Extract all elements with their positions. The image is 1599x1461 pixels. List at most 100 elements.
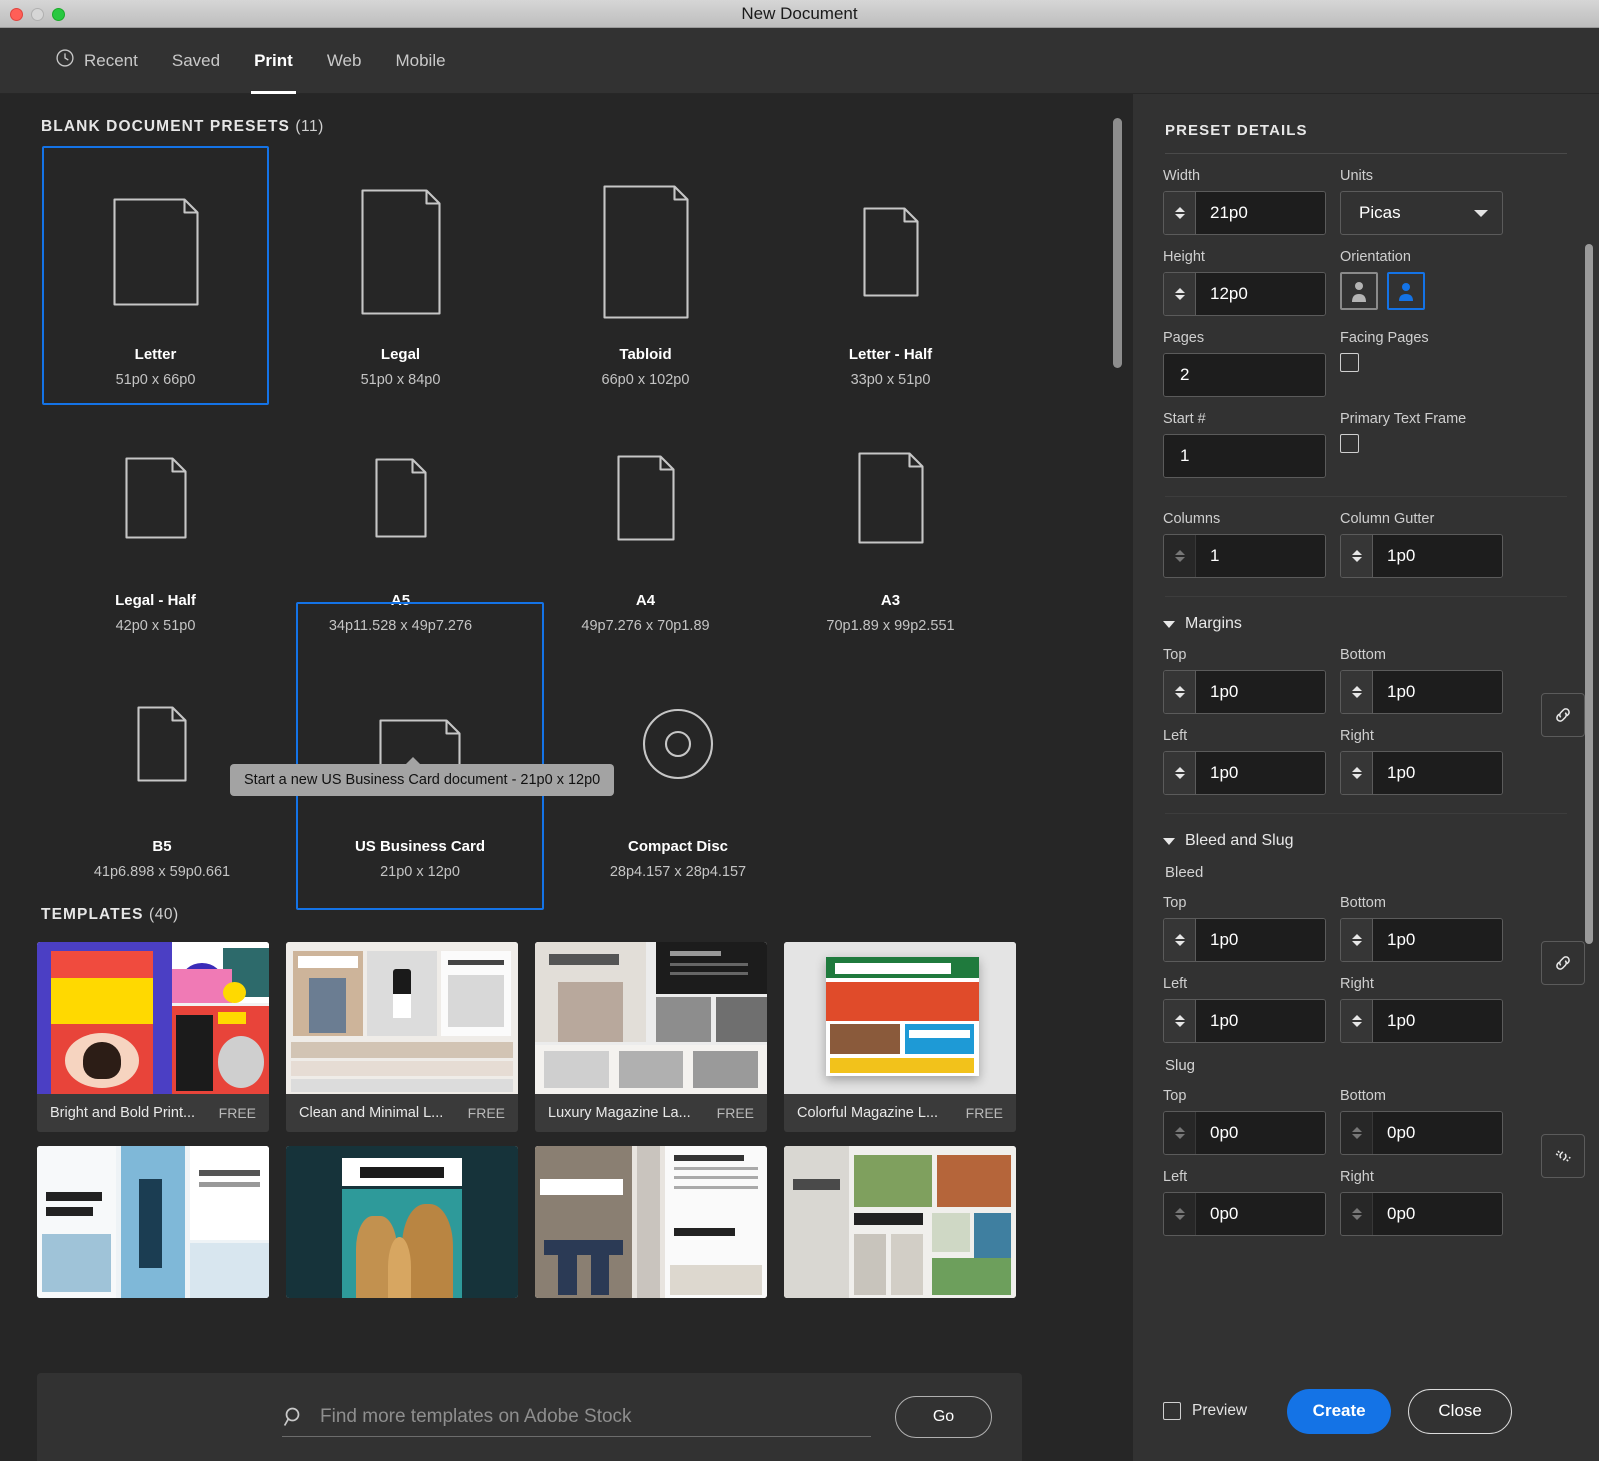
slug-top-input[interactable] [1196, 1112, 1325, 1154]
margin-top-stepper[interactable] [1164, 671, 1196, 713]
pages-input[interactable] [1164, 354, 1325, 396]
slug-bottom-field[interactable] [1340, 1111, 1503, 1155]
margins-link-button[interactable] [1541, 693, 1585, 737]
minimize-window-button[interactable] [31, 7, 44, 21]
start-number-input[interactable] [1164, 435, 1325, 477]
primary-text-frame-checkbox[interactable] [1340, 434, 1359, 453]
template-card[interactable] [535, 1146, 767, 1298]
stock-search-input[interactable] [320, 1405, 871, 1428]
margin-right-stepper[interactable] [1341, 752, 1373, 794]
bleed-left-stepper[interactable] [1164, 1000, 1196, 1042]
width-stepper[interactable] [1164, 192, 1196, 234]
tab-mobile[interactable]: Mobile [378, 28, 462, 94]
margin-bottom-field[interactable] [1340, 670, 1503, 714]
panel-scrollbar-thumb[interactable] [1585, 244, 1593, 944]
slug-right-input[interactable] [1373, 1193, 1502, 1235]
bleed-bottom-input[interactable] [1373, 919, 1502, 961]
content-scrollbar-thumb[interactable] [1113, 118, 1122, 368]
stock-search-go-button[interactable]: Go [895, 1396, 992, 1438]
template-card[interactable]: Colorful Magazine L... FREE [784, 942, 1016, 1132]
template-price-badge: FREE [716, 1105, 754, 1121]
slug-top-field[interactable] [1163, 1111, 1326, 1155]
columns-field[interactable] [1163, 534, 1326, 578]
bleed-right-stepper[interactable] [1341, 1000, 1373, 1042]
create-button[interactable]: Create [1287, 1388, 1392, 1434]
column-gutter-stepper[interactable] [1341, 535, 1373, 577]
margin-top-input[interactable] [1196, 671, 1325, 713]
width-input[interactable] [1196, 192, 1325, 234]
bleed-top-stepper[interactable] [1164, 919, 1196, 961]
tab-recent[interactable]: Recent [38, 28, 155, 94]
columns-input[interactable] [1196, 535, 1325, 577]
slug-bottom-stepper[interactable] [1341, 1112, 1373, 1154]
chevron-down-icon [1174, 557, 1185, 562]
height-stepper[interactable] [1164, 273, 1196, 315]
preview-toggle[interactable]: Preview [1163, 1402, 1247, 1420]
preset-card[interactable]: A5 34p11.528 x 49p7.276 [278, 396, 523, 642]
pages-field[interactable] [1163, 353, 1326, 397]
preset-card[interactable]: A4 49p7.276 x 70p1.89 [523, 396, 768, 642]
margin-bottom-input[interactable] [1373, 671, 1502, 713]
slug-right-stepper[interactable] [1341, 1193, 1373, 1235]
slug-left-stepper[interactable] [1164, 1193, 1196, 1235]
facing-pages-checkbox[interactable] [1340, 353, 1359, 372]
margin-left-field[interactable] [1163, 751, 1326, 795]
bleed-top-input[interactable] [1196, 919, 1325, 961]
preset-card[interactable]: A3 70p1.89 x 99p2.551 [768, 396, 1013, 642]
preset-card[interactable]: Letter 51p0 x 66p0 [33, 146, 278, 405]
slug-bottom-input[interactable] [1373, 1112, 1502, 1154]
template-card[interactable]: Clean and Minimal L... FREE [286, 942, 518, 1132]
slug-top-stepper[interactable] [1164, 1112, 1196, 1154]
margin-left-input[interactable] [1196, 752, 1325, 794]
preset-card[interactable]: Letter - Half 33p0 x 51p0 [768, 150, 1013, 396]
bleed-bottom-stepper[interactable] [1341, 919, 1373, 961]
preset-card[interactable]: Legal - Half 42p0 x 51p0 [33, 396, 278, 642]
start-number-field[interactable] [1163, 434, 1326, 478]
template-row [0, 1146, 1133, 1298]
margin-left-stepper[interactable] [1164, 752, 1196, 794]
column-gutter-input[interactable] [1373, 535, 1502, 577]
tab-web[interactable]: Web [310, 28, 379, 94]
broken-link-icon [1555, 1150, 1571, 1162]
tab-saved[interactable]: Saved [155, 28, 237, 94]
units-select[interactable]: Picas [1340, 191, 1503, 235]
preset-card[interactable]: Legal 51p0 x 84p0 [278, 150, 523, 396]
orientation-landscape-button[interactable] [1387, 272, 1425, 310]
columns-stepper[interactable] [1164, 535, 1196, 577]
bleed-slug-section-header[interactable]: Bleed and Slug [1133, 814, 1599, 850]
close-button[interactable]: Close [1408, 1388, 1513, 1434]
margin-bottom-stepper[interactable] [1341, 671, 1373, 713]
bleed-left-field[interactable] [1163, 999, 1326, 1043]
margin-right-field[interactable] [1340, 751, 1503, 795]
template-card[interactable] [37, 1146, 269, 1298]
window-controls[interactable] [10, 0, 65, 28]
bleed-top-field[interactable] [1163, 918, 1326, 962]
close-window-button[interactable] [10, 7, 23, 21]
slug-top-label: Top [1163, 1088, 1187, 1104]
margin-top-field[interactable] [1163, 670, 1326, 714]
height-input[interactable] [1196, 273, 1325, 315]
bleed-right-input[interactable] [1373, 1000, 1502, 1042]
preset-card[interactable]: Tabloid 66p0 x 102p0 [523, 150, 768, 396]
maximize-window-button[interactable] [52, 7, 65, 21]
bleed-link-button[interactable] [1541, 941, 1585, 985]
margins-section-header[interactable]: Margins [1133, 597, 1599, 633]
template-card[interactable] [784, 1146, 1016, 1298]
template-card[interactable]: Bright and Bold Print... FREE [37, 942, 269, 1132]
orientation-portrait-button[interactable] [1340, 272, 1378, 310]
slug-left-input[interactable] [1196, 1193, 1325, 1235]
slug-unlink-button[interactable] [1541, 1134, 1585, 1178]
width-field[interactable] [1163, 191, 1326, 235]
margin-right-input[interactable] [1373, 752, 1502, 794]
template-card[interactable] [286, 1146, 518, 1298]
bleed-right-field[interactable] [1340, 999, 1503, 1043]
bleed-left-input[interactable] [1196, 1000, 1325, 1042]
tab-print[interactable]: Print [237, 28, 310, 94]
column-gutter-field[interactable] [1340, 534, 1503, 578]
template-card[interactable]: Luxury Magazine La... FREE [535, 942, 767, 1132]
slug-right-field[interactable] [1340, 1192, 1503, 1236]
preview-checkbox[interactable] [1163, 1402, 1181, 1420]
slug-left-field[interactable] [1163, 1192, 1326, 1236]
height-field[interactable] [1163, 272, 1326, 316]
bleed-bottom-field[interactable] [1340, 918, 1503, 962]
